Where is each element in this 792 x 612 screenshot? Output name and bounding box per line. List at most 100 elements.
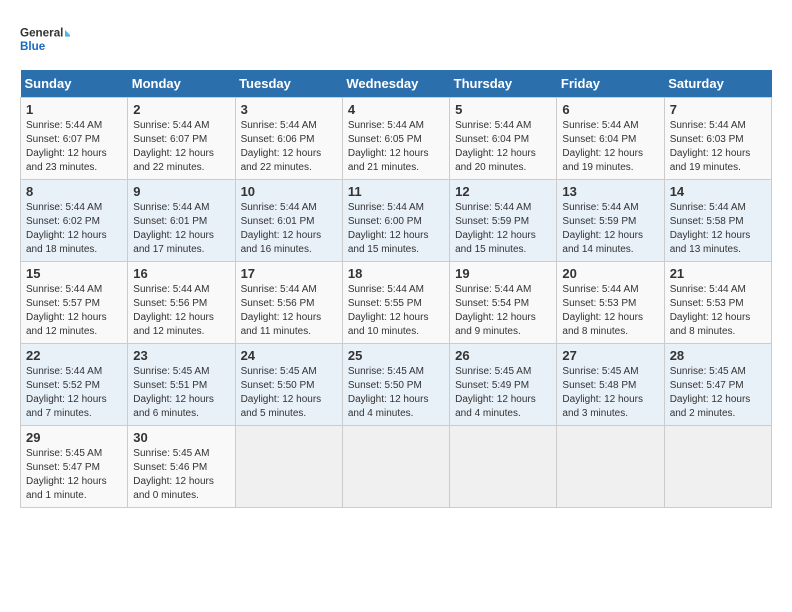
day-info: Sunrise: 5:44 AM Sunset: 6:06 PM Dayligh… — [241, 119, 337, 175]
day-info: Sunrise: 5:44 AM Sunset: 5:55 PM Dayligh… — [348, 283, 444, 339]
day-info: Sunrise: 5:45 AM Sunset: 5:49 PM Dayligh… — [455, 365, 551, 421]
day-number: 6 — [562, 102, 658, 117]
calendar-day-cell: 22 Sunrise: 5:44 AM Sunset: 5:52 PM Dayli… — [21, 344, 128, 426]
calendar-day-cell: 28Sunrise: 5:45 AM Sunset: 5:47 PM Dayli… — [664, 344, 771, 426]
calendar-week-row: 15 Sunrise: 5:44 AM Sunset: 5:57 PM Dayli… — [21, 262, 772, 344]
calendar-day-cell: 1 Sunrise: 5:44 AM Sunset: 6:07 PM Daylig… — [21, 98, 128, 180]
svg-text:General: General — [20, 27, 63, 40]
day-number: 25 — [348, 348, 444, 363]
calendar-table: SundayMondayTuesdayWednesdayThursdayFrid… — [20, 70, 772, 508]
calendar-day-cell: 25 Sunrise: 5:45 AM Sunset: 5:50 PM Dayli… — [342, 344, 449, 426]
day-info: Sunrise: 5:44 AM Sunset: 6:01 PM Dayligh… — [133, 201, 229, 257]
calendar-week-row: 29 Sunrise: 5:45 AM Sunset: 5:47 PM Dayli… — [21, 426, 772, 508]
day-number: 18 — [348, 266, 444, 281]
calendar-day-cell: 20 Sunrise: 5:44 AM Sunset: 5:53 PM Dayli… — [557, 262, 664, 344]
day-info: Sunrise: 5:44 AM Sunset: 6:05 PM Dayligh… — [348, 119, 444, 175]
day-info: Sunrise: 5:45 AM Sunset: 5:47 PM Dayligh… — [26, 447, 122, 503]
day-info: Sunrise: 5:44 AM Sunset: 6:07 PM Dayligh… — [133, 119, 229, 175]
day-info: Sunrise: 5:45 AM Sunset: 5:51 PM Dayligh… — [133, 365, 229, 421]
day-number: 24 — [241, 348, 337, 363]
day-number: 16 — [133, 266, 229, 281]
calendar-week-row: 22 Sunrise: 5:44 AM Sunset: 5:52 PM Dayli… — [21, 344, 772, 426]
day-number: 13 — [562, 184, 658, 199]
calendar-day-cell: 11Sunrise: 5:44 AM Sunset: 6:00 PM Dayli… — [342, 180, 449, 262]
logo-svg: General Blue — [20, 20, 70, 60]
calendar-day-cell: 3 Sunrise: 5:44 AM Sunset: 6:06 PM Daylig… — [235, 98, 342, 180]
day-info: Sunrise: 5:44 AM Sunset: 5:59 PM Dayligh… — [562, 201, 658, 257]
calendar-day-cell: 8 Sunrise: 5:44 AM Sunset: 6:02 PM Daylig… — [21, 180, 128, 262]
day-number: 22 — [26, 348, 122, 363]
day-number: 23 — [133, 348, 229, 363]
calendar-day-cell: 13 Sunrise: 5:44 AM Sunset: 5:59 PM Dayli… — [557, 180, 664, 262]
day-number: 8 — [26, 184, 122, 199]
calendar-day-cell: 23 Sunrise: 5:45 AM Sunset: 5:51 PM Dayli… — [128, 344, 235, 426]
day-number: 30 — [133, 430, 229, 445]
day-number: 10 — [241, 184, 337, 199]
weekday-header-row: SundayMondayTuesdayWednesdayThursdayFrid… — [21, 70, 772, 98]
calendar-day-cell: 12 Sunrise: 5:44 AM Sunset: 5:59 PM Dayli… — [450, 180, 557, 262]
calendar-day-cell: 17Sunrise: 5:44 AM Sunset: 5:56 PM Dayli… — [235, 262, 342, 344]
day-info: Sunrise: 5:44 AM Sunset: 5:59 PM Dayligh… — [455, 201, 551, 257]
day-number: 11 — [348, 184, 444, 199]
day-number: 5 — [455, 102, 551, 117]
day-info: Sunrise: 5:44 AM Sunset: 6:07 PM Dayligh… — [26, 119, 122, 175]
day-info: Sunrise: 5:44 AM Sunset: 5:53 PM Dayligh… — [562, 283, 658, 339]
calendar-week-row: 1 Sunrise: 5:44 AM Sunset: 6:07 PM Daylig… — [21, 98, 772, 180]
weekday-header-friday: Friday — [557, 70, 664, 98]
day-info: Sunrise: 5:44 AM Sunset: 5:56 PM Dayligh… — [241, 283, 337, 339]
day-number: 4 — [348, 102, 444, 117]
day-info: Sunrise: 5:44 AM Sunset: 5:52 PM Dayligh… — [26, 365, 122, 421]
calendar-day-cell: 15 Sunrise: 5:44 AM Sunset: 5:57 PM Dayli… — [21, 262, 128, 344]
calendar-day-cell: 14Sunrise: 5:44 AM Sunset: 5:58 PM Dayli… — [664, 180, 771, 262]
day-number: 15 — [26, 266, 122, 281]
day-info: Sunrise: 5:45 AM Sunset: 5:50 PM Dayligh… — [241, 365, 337, 421]
calendar-day-cell: 6 Sunrise: 5:44 AM Sunset: 6:04 PM Daylig… — [557, 98, 664, 180]
calendar-day-cell: 30 Sunrise: 5:45 AM Sunset: 5:46 PM Dayli… — [128, 426, 235, 508]
day-info: Sunrise: 5:44 AM Sunset: 6:04 PM Dayligh… — [455, 119, 551, 175]
day-info: Sunrise: 5:45 AM Sunset: 5:46 PM Dayligh… — [133, 447, 229, 503]
calendar-day-cell: 29 Sunrise: 5:45 AM Sunset: 5:47 PM Dayli… — [21, 426, 128, 508]
day-info: Sunrise: 5:45 AM Sunset: 5:48 PM Dayligh… — [562, 365, 658, 421]
day-number: 19 — [455, 266, 551, 281]
day-number: 20 — [562, 266, 658, 281]
calendar-week-row: 8 Sunrise: 5:44 AM Sunset: 6:02 PM Daylig… — [21, 180, 772, 262]
weekday-header-thursday: Thursday — [450, 70, 557, 98]
calendar-day-cell — [450, 426, 557, 508]
calendar-day-cell: 4 Sunrise: 5:44 AM Sunset: 6:05 PM Daylig… — [342, 98, 449, 180]
day-info: Sunrise: 5:44 AM Sunset: 5:53 PM Dayligh… — [670, 283, 766, 339]
day-info: Sunrise: 5:45 AM Sunset: 5:47 PM Dayligh… — [670, 365, 766, 421]
day-number: 27 — [562, 348, 658, 363]
weekday-header-wednesday: Wednesday — [342, 70, 449, 98]
day-number: 26 — [455, 348, 551, 363]
day-number: 3 — [241, 102, 337, 117]
svg-text:Blue: Blue — [20, 40, 46, 53]
day-info: Sunrise: 5:45 AM Sunset: 5:50 PM Dayligh… — [348, 365, 444, 421]
calendar-day-cell: 10 Sunrise: 5:44 AM Sunset: 6:01 PM Dayli… — [235, 180, 342, 262]
day-info: Sunrise: 5:44 AM Sunset: 6:03 PM Dayligh… — [670, 119, 766, 175]
day-info: Sunrise: 5:44 AM Sunset: 5:56 PM Dayligh… — [133, 283, 229, 339]
logo: General Blue — [20, 20, 70, 60]
day-info: Sunrise: 5:44 AM Sunset: 6:04 PM Dayligh… — [562, 119, 658, 175]
day-number: 21 — [670, 266, 766, 281]
day-number: 7 — [670, 102, 766, 117]
calendar-day-cell: 24 Sunrise: 5:45 AM Sunset: 5:50 PM Dayli… — [235, 344, 342, 426]
calendar-day-cell: 21 Sunrise: 5:44 AM Sunset: 5:53 PM Dayli… — [664, 262, 771, 344]
day-info: Sunrise: 5:44 AM Sunset: 6:01 PM Dayligh… — [241, 201, 337, 257]
calendar-day-cell: 5 Sunrise: 5:44 AM Sunset: 6:04 PM Daylig… — [450, 98, 557, 180]
calendar-day-cell — [342, 426, 449, 508]
day-info: Sunrise: 5:44 AM Sunset: 6:02 PM Dayligh… — [26, 201, 122, 257]
calendar-day-cell — [557, 426, 664, 508]
day-info: Sunrise: 5:44 AM Sunset: 5:57 PM Dayligh… — [26, 283, 122, 339]
calendar-day-cell: 2Sunrise: 5:44 AM Sunset: 6:07 PM Daylig… — [128, 98, 235, 180]
day-number: 1 — [26, 102, 122, 117]
day-number: 9 — [133, 184, 229, 199]
day-number: 12 — [455, 184, 551, 199]
weekday-header-saturday: Saturday — [664, 70, 771, 98]
day-number: 29 — [26, 430, 122, 445]
header: General Blue — [20, 20, 772, 60]
day-info: Sunrise: 5:44 AM Sunset: 5:58 PM Dayligh… — [670, 201, 766, 257]
weekday-header-tuesday: Tuesday — [235, 70, 342, 98]
calendar-day-cell: 26 Sunrise: 5:45 AM Sunset: 5:49 PM Dayli… — [450, 344, 557, 426]
weekday-header-sunday: Sunday — [21, 70, 128, 98]
calendar-day-cell: 7 Sunrise: 5:44 AM Sunset: 6:03 PM Daylig… — [664, 98, 771, 180]
